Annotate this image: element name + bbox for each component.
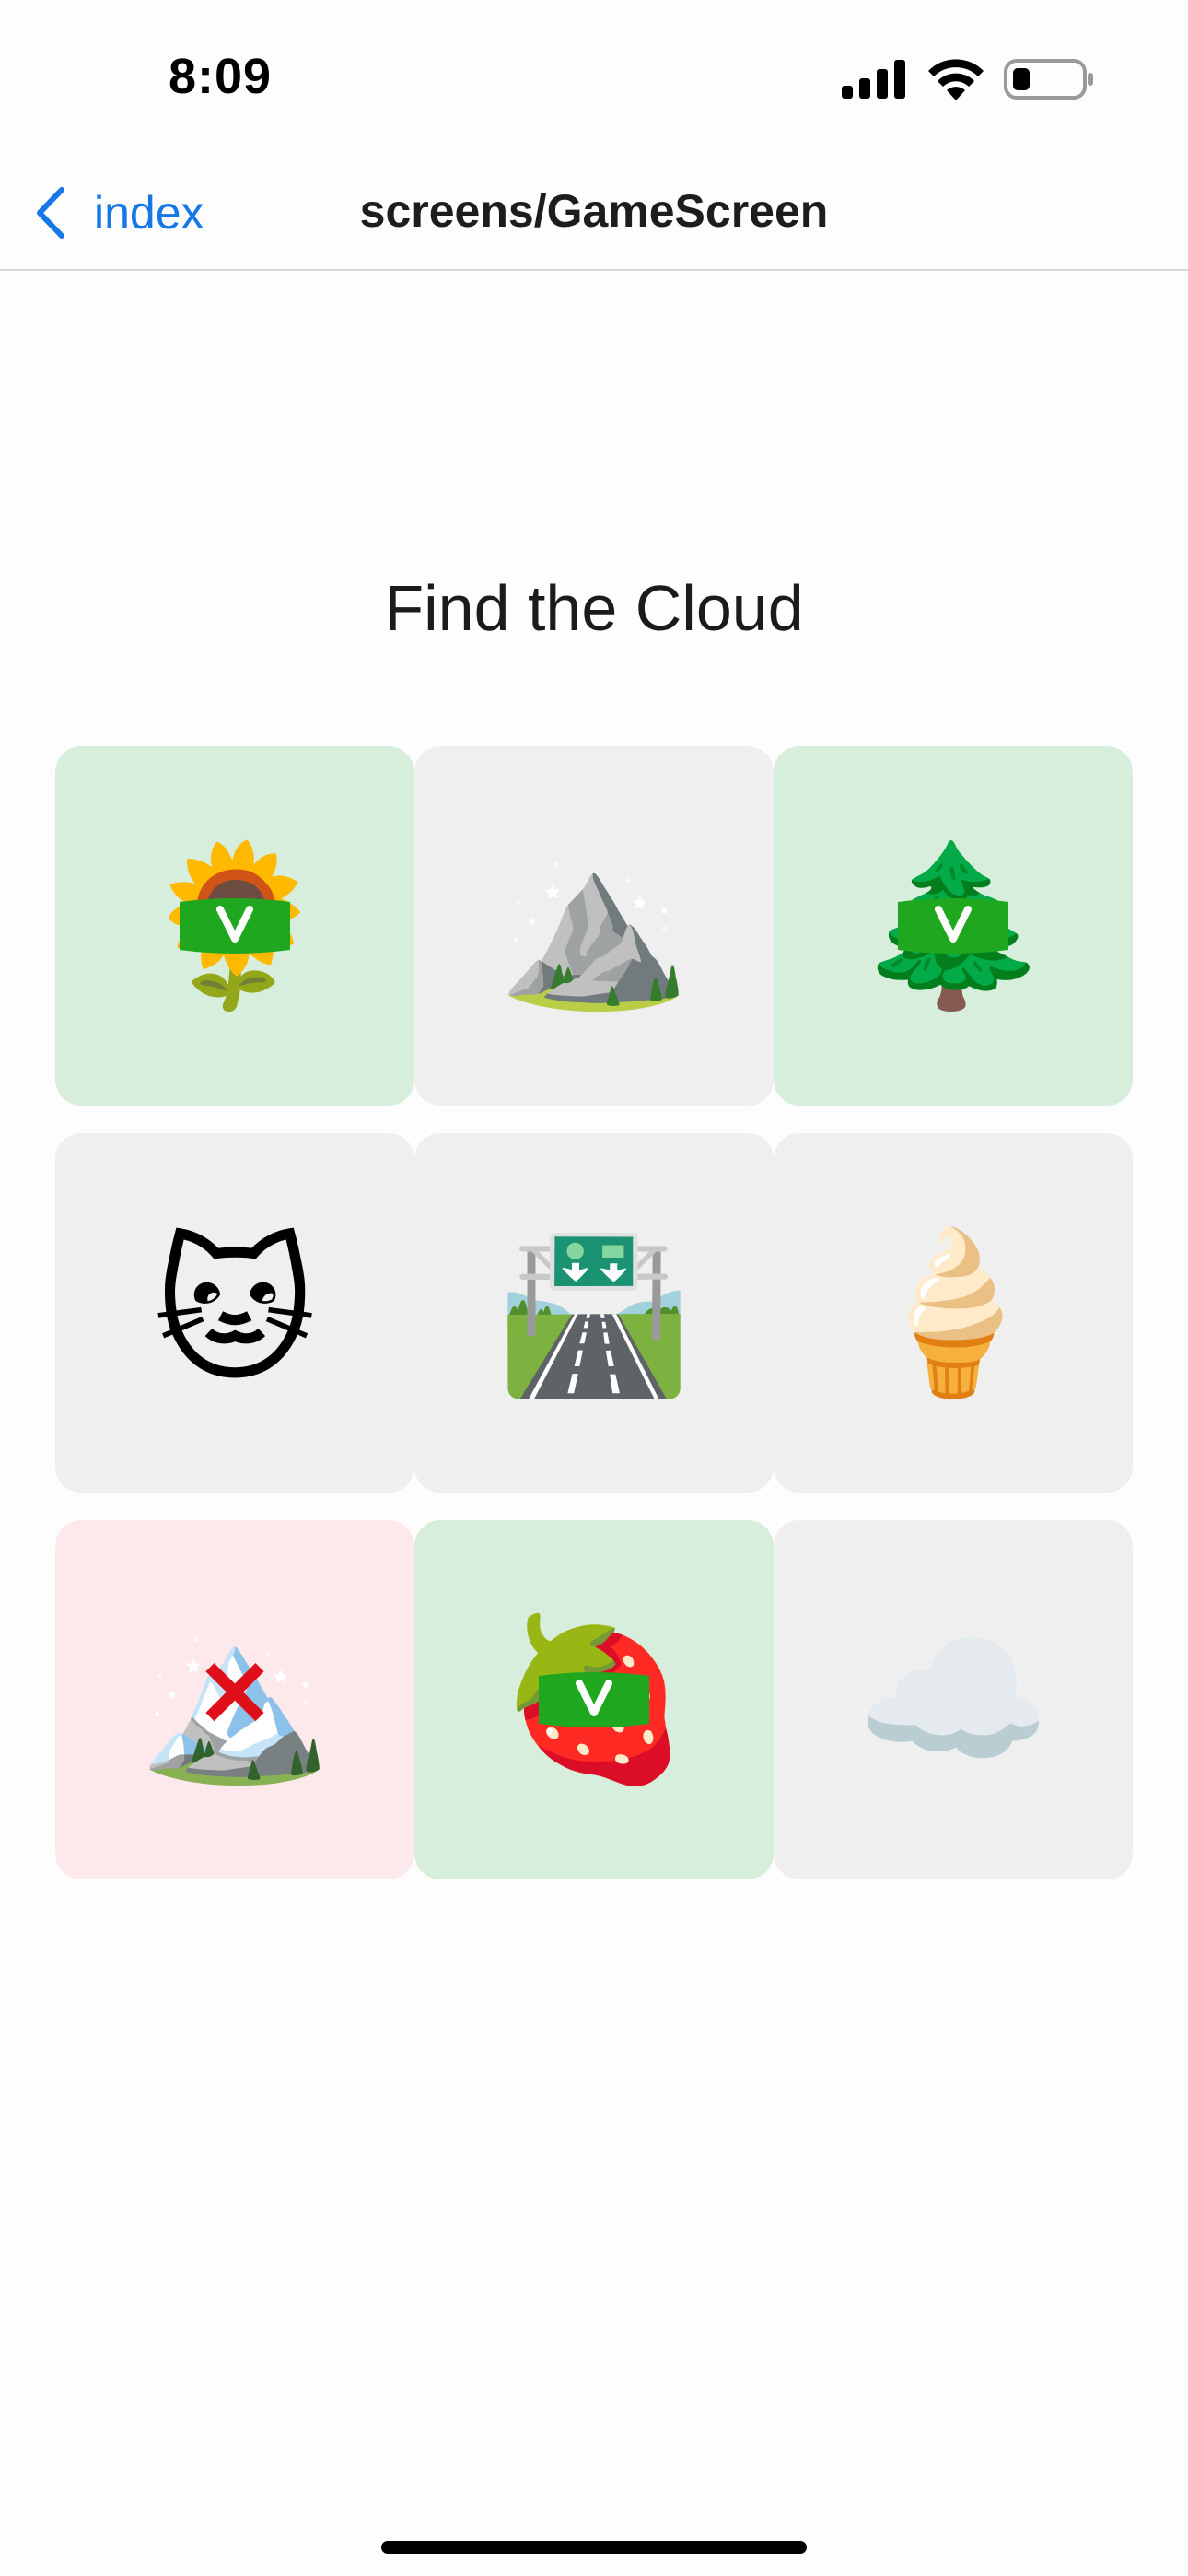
tile-cloud[interactable]: ☁️: [774, 1520, 1133, 1879]
check-icon: [539, 1672, 649, 1727]
emoji-grid: 🌻 ⛰️ 🌲 🐱 🛣️ 🍦 🏔️: [55, 746, 1133, 1879]
game-screen: 8:09 index screens/GameScreen Find the C…: [0, 0, 1188, 2576]
navigation-bar: index screens/GameScreen: [0, 157, 1188, 271]
tile-motorway[interactable]: 🛣️: [414, 1133, 774, 1493]
cloud-icon: ☁️: [856, 1609, 1051, 1791]
motorway-icon: 🛣️: [496, 1222, 692, 1404]
ice-cream-icon: 🍦: [856, 1222, 1051, 1404]
game-prompt: Find the Cloud: [384, 572, 804, 644]
home-indicator[interactable]: [381, 2541, 807, 2554]
wifi-icon: [928, 59, 984, 100]
nav-title: screens/GameScreen: [359, 185, 829, 237]
tile-mountain[interactable]: ⛰️: [414, 746, 774, 1106]
tile-snow-mountain[interactable]: 🏔️: [55, 1520, 414, 1879]
x-icon: [205, 1663, 264, 1722]
check-icon: [898, 898, 1008, 954]
tile-sunflower[interactable]: 🌻: [55, 746, 414, 1106]
tile-strawberry[interactable]: 🍓: [414, 1520, 774, 1879]
status-icons: [842, 59, 1094, 100]
tile-evergreen-tree[interactable]: 🌲: [774, 746, 1133, 1106]
tile-cat[interactable]: 🐱: [55, 1133, 414, 1493]
status-time: 8:09: [169, 49, 273, 104]
cat-face-icon: 🐱: [153, 1222, 317, 1404]
cellular-signal-icon: [842, 60, 905, 99]
mountain-icon: ⛰️: [496, 835, 692, 1017]
tile-ice-cream[interactable]: 🍦: [774, 1133, 1133, 1493]
check-icon: [180, 898, 290, 954]
status-bar: 8:09: [0, 0, 1188, 157]
battery-icon: [1004, 59, 1093, 100]
